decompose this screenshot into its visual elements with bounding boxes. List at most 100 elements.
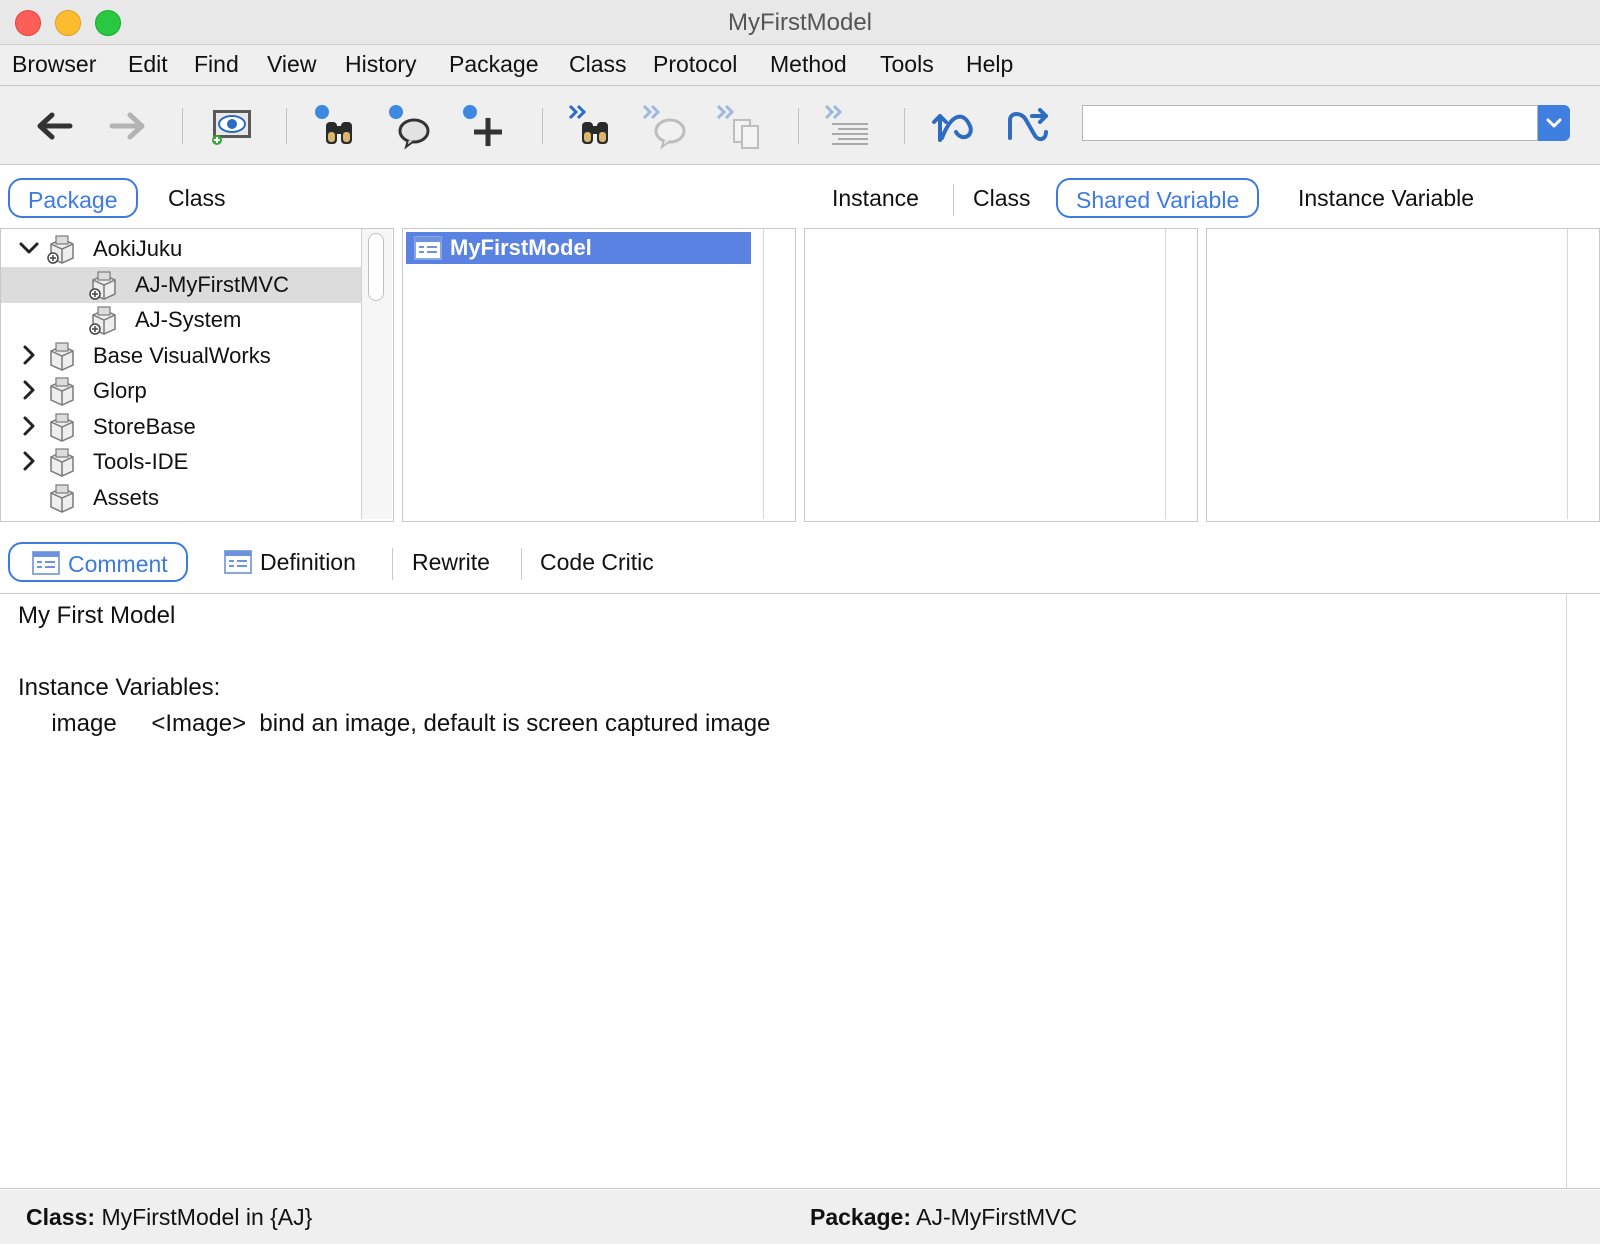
- status-package: Package: AJ-MyFirstMVC: [810, 1190, 1077, 1244]
- chevron-down-icon: [1546, 118, 1562, 128]
- pane-divider: [763, 229, 764, 519]
- toolbar-separator: [904, 108, 905, 144]
- definition-tab-icon: [224, 550, 252, 574]
- method-pane[interactable]: [1206, 228, 1600, 522]
- package-tree-label: Glorp: [93, 378, 147, 403]
- package-icon: [89, 270, 119, 300]
- comment-text[interactable]: My First Model Instance Variables: image …: [18, 598, 770, 742]
- menu-method[interactable]: Method: [770, 51, 847, 78]
- chevron-down-icon[interactable]: [17, 231, 41, 267]
- package-tree-item[interactable]: StoreBase: [1, 409, 361, 445]
- next-copy-icon: [716, 102, 764, 150]
- toolbar-separator: [286, 108, 287, 144]
- menu-view[interactable]: View: [267, 51, 316, 78]
- find-package-binoculars-icon[interactable]: [312, 102, 360, 150]
- status-class-label: Class:: [26, 1204, 96, 1230]
- package-tree-item[interactable]: Assets: [1, 480, 361, 516]
- pane-divider: [1567, 229, 1568, 519]
- toolbar-separator: [798, 108, 799, 144]
- comment-line: image <Image> bind an image, default is …: [18, 710, 771, 737]
- comment-line: [18, 634, 770, 670]
- menu-class[interactable]: Class: [569, 51, 627, 78]
- search-combo-input[interactable]: [1082, 105, 1538, 141]
- tab-instance-variable[interactable]: Instance Variable: [1280, 178, 1492, 218]
- tab-instance[interactable]: Instance: [814, 178, 937, 218]
- tab-separator: [953, 184, 954, 216]
- package-tree-item[interactable]: AJ-System: [1, 302, 361, 338]
- class-icon: [414, 236, 442, 260]
- package-tree-item[interactable]: AJ-MyFirstMVC: [1, 266, 361, 303]
- status-bar: Class: MyFirstModel in {AJ} Package: AJ-…: [0, 1190, 1600, 1244]
- tab-class-side[interactable]: Class: [955, 178, 1049, 218]
- tab-definition[interactable]: Definition: [204, 542, 374, 582]
- window-title: MyFirstModel: [727, 9, 872, 36]
- find-class-bubble-icon[interactable]: [386, 102, 434, 150]
- status-class-value: MyFirstModel in {AJ}: [101, 1204, 313, 1230]
- comment-line: My First Model: [18, 602, 176, 629]
- tab-package[interactable]: Package: [8, 178, 138, 218]
- tab-separator: [392, 548, 393, 580]
- class-name-label: MyFirstModel: [450, 235, 592, 260]
- tab-class[interactable]: Class: [150, 178, 244, 218]
- status-class: Class: MyFirstModel in {AJ}: [26, 1190, 312, 1244]
- package-tree-item[interactable]: Tools-IDE: [1, 444, 361, 480]
- pane-divider: [1165, 229, 1166, 519]
- code-tab-row: Comment Definition Rewrite Code Critic: [0, 536, 1600, 586]
- next-bubble-icon: [642, 102, 690, 150]
- class-list-item[interactable]: MyFirstModel: [406, 232, 751, 264]
- comment-scrollbar-track[interactable]: [1566, 594, 1567, 1188]
- package-tree-label: StoreBase: [93, 413, 196, 439]
- package-icon: [89, 305, 119, 335]
- package-tree-scrollbar[interactable]: [361, 229, 392, 519]
- add-item-plus-icon[interactable]: [460, 102, 508, 150]
- scroll-thumb[interactable]: [368, 233, 384, 301]
- tab-comment[interactable]: Comment: [8, 542, 188, 582]
- toolbar-separator: [542, 108, 543, 144]
- toolbar-separator: [182, 108, 183, 144]
- title-bar: MyFirstModel: [0, 0, 1600, 45]
- menu-tools[interactable]: Tools: [880, 51, 934, 78]
- class-list-pane[interactable]: MyFirstModel: [402, 228, 796, 522]
- menu-protocol[interactable]: Protocol: [653, 51, 737, 78]
- package-tree-label: Tools-IDE: [93, 449, 189, 474]
- menu-package[interactable]: Package: [449, 51, 539, 78]
- package-tree-label: AJ-System: [135, 307, 242, 332]
- package-icon: [47, 341, 77, 371]
- back-arrow-icon[interactable]: [30, 102, 78, 150]
- tab-shared-variable[interactable]: Shared Variable: [1056, 178, 1260, 218]
- tab-definition-label: Definition: [260, 549, 356, 575]
- menu-find[interactable]: Find: [194, 51, 239, 78]
- status-package-value: AJ-MyFirstMVC: [916, 1204, 1078, 1230]
- tab-comment-label: Comment: [68, 551, 168, 577]
- format-lines-icon: [824, 102, 872, 150]
- package-tree-pane[interactable]: AokiJuku AJ-MyFirstMVC AJ-System Base Visua…: [0, 228, 394, 522]
- menu-browser[interactable]: Browser: [12, 51, 96, 78]
- package-icon: [47, 412, 77, 442]
- search-dropdown-button[interactable]: [1538, 105, 1570, 141]
- chevron-right-icon[interactable]: [17, 373, 41, 409]
- package-tree-item[interactable]: Base VisualWorks: [1, 338, 361, 374]
- package-tree-label: Assets: [93, 484, 160, 510]
- find-next-binoculars-icon[interactable]: [568, 102, 616, 150]
- refactor-shuffle-icon[interactable]: [1004, 102, 1052, 150]
- navigator-tab-row: Package Class Instance Class Shared Vari…: [0, 172, 1600, 222]
- chevron-right-icon[interactable]: [17, 409, 41, 445]
- package-tree-item[interactable]: AokiJuku: [1, 231, 361, 267]
- tab-code-critic[interactable]: Code Critic: [522, 542, 672, 582]
- tab-rewrite[interactable]: Rewrite: [394, 542, 508, 582]
- menu-help[interactable]: Help: [966, 51, 1013, 78]
- package-tree-label: AJ-MyFirstMVC: [135, 271, 289, 297]
- package-icon: [47, 376, 77, 406]
- comment-text-area[interactable]: My First Model Instance Variables: image …: [0, 593, 1600, 1189]
- menu-edit[interactable]: Edit: [128, 51, 168, 78]
- chevron-right-icon[interactable]: [17, 444, 41, 480]
- package-tree-label: Base VisualWorks: [93, 342, 271, 368]
- chevron-right-icon[interactable]: [17, 338, 41, 374]
- protocol-pane[interactable]: [804, 228, 1198, 522]
- browse-eye-icon[interactable]: [208, 102, 256, 150]
- comment-line: Instance Variables:: [18, 674, 221, 701]
- refactor-rename-icon[interactable]: [930, 102, 978, 150]
- menu-history[interactable]: History: [345, 51, 417, 78]
- forward-arrow-icon[interactable]: [104, 102, 152, 150]
- package-tree-item[interactable]: Glorp: [1, 373, 361, 409]
